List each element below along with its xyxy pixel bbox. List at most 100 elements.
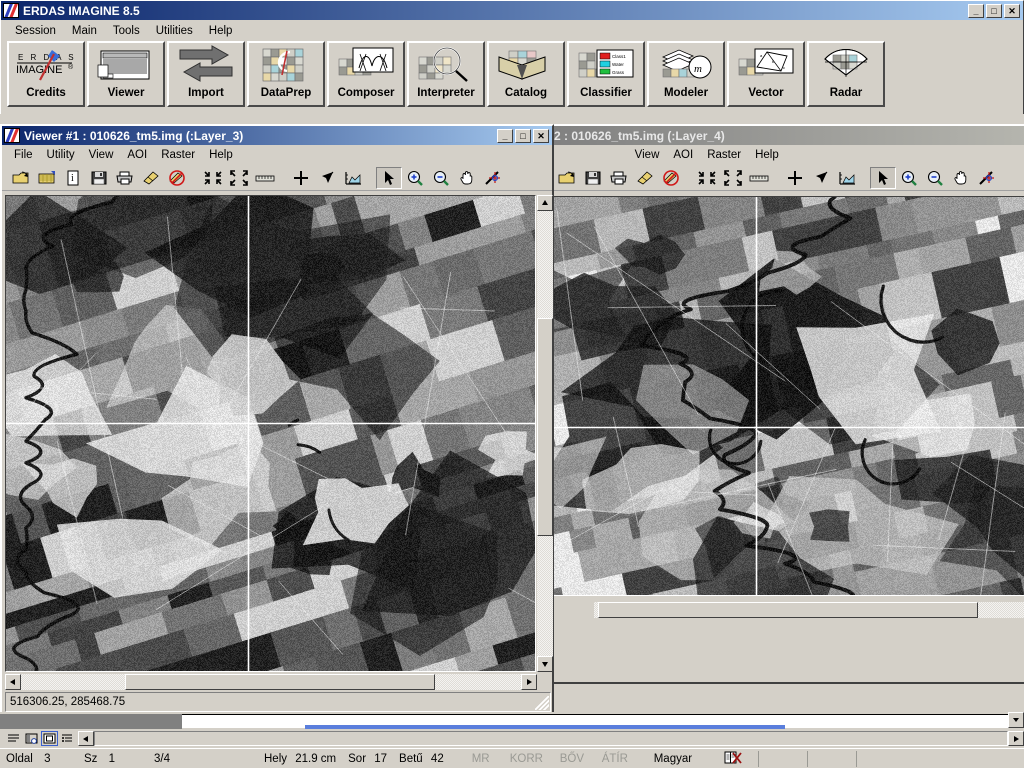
save-icon[interactable] [86, 167, 112, 189]
word-mode-atir[interactable]: ÁTÍR [596, 753, 648, 765]
viewer-1-minimize-button[interactable]: _ [497, 128, 513, 143]
normal-view-icon[interactable] [5, 731, 22, 746]
viewer2-menu-view[interactable]: View [628, 147, 667, 163]
viewer1-menu-aoi[interactable]: AOI [120, 147, 154, 163]
modeler-button[interactable]: m Modeler [647, 41, 725, 107]
zoom-in-extent-icon[interactable] [200, 167, 226, 189]
outline-view-icon[interactable] [59, 731, 76, 746]
pointer-select-icon[interactable] [870, 166, 896, 189]
pointer-select-icon[interactable] [376, 166, 402, 189]
menu-main[interactable]: Main [64, 23, 105, 39]
measure-ruler-icon[interactable] [746, 167, 772, 189]
import-button[interactable]: Import [167, 41, 245, 107]
image-info-icon[interactable]: i [60, 167, 86, 189]
zoom-out-icon[interactable] [428, 167, 454, 189]
interpreter-button[interactable]: Interpreter [407, 41, 485, 107]
link-cursor-icon[interactable] [974, 167, 1000, 189]
word-mode-bov[interactable]: BŐV [554, 753, 596, 765]
word-scroll-down-arrow[interactable] [1008, 712, 1024, 728]
zoom-in-icon[interactable] [896, 167, 922, 189]
close-button[interactable]: ✕ [1004, 3, 1020, 18]
viewer-2-image-canvas[interactable] [550, 196, 1024, 596]
clear-no-icon[interactable] [164, 167, 190, 189]
profile-chart-icon[interactable] [340, 167, 366, 189]
inquire-cursor-icon[interactable] [782, 167, 808, 189]
inquire-cursor-icon[interactable] [288, 167, 314, 189]
zoom-in-extent-icon[interactable] [694, 167, 720, 189]
viewer1-menu-file[interactable]: File [7, 147, 40, 163]
viewer1-menu-utility[interactable]: Utility [40, 147, 82, 163]
word-scroll-right-arrow[interactable] [1008, 731, 1024, 746]
erase-icon[interactable] [138, 167, 164, 189]
viewer1-menu-view[interactable]: View [82, 147, 121, 163]
viewer-1-close-button[interactable]: ✕ [533, 128, 549, 143]
viewer-1-scroll-right-arrow[interactable] [521, 674, 537, 690]
viewer-1-scroll-left-arrow[interactable] [5, 674, 21, 690]
print-icon[interactable] [606, 167, 632, 189]
viewer1-menu-help[interactable]: Help [202, 147, 240, 163]
resize-grip[interactable] [535, 696, 549, 710]
spellcheck-error-icon[interactable] [718, 750, 758, 768]
viewer-2-hscrollbar[interactable] [594, 602, 1024, 618]
dataprep-button[interactable]: DataPrep [247, 41, 325, 107]
menu-help[interactable]: Help [201, 23, 241, 39]
save-icon[interactable] [580, 167, 606, 189]
viewer2-menu-aoi[interactable]: AOI [666, 147, 700, 163]
viewer-1-coordinates: 516306.25, 285468.75 [10, 696, 126, 708]
minimize-button[interactable]: _ [968, 3, 984, 18]
open-file-icon[interactable] [8, 167, 34, 189]
word-language-indicator[interactable]: Magyar [648, 753, 718, 765]
viewer-1-scroll-up-arrow[interactable] [537, 195, 553, 211]
modeler-button-label: Modeler [663, 87, 709, 99]
erdas-main-window: ERDAS IMAGINE 8.5 _ □ ✕ Session Main Too… [0, 0, 1024, 114]
pan-hand-icon[interactable] [948, 167, 974, 189]
clear-no-icon[interactable] [658, 167, 684, 189]
viewer-1-maximize-button[interactable]: □ [515, 128, 531, 143]
zoom-in-icon[interactable] [402, 167, 428, 189]
viewer-2-window[interactable]: 2 : 010626_tm5.img (:Layer_4) FileUtilit… [546, 124, 1024, 684]
viewer-1-vscroll-thumb[interactable] [537, 318, 553, 536]
select-arrow-tool-icon[interactable] [314, 167, 340, 189]
viewer-1-image-canvas[interactable] [5, 195, 536, 672]
viewer-1-hscroll-thumb[interactable] [125, 674, 435, 690]
measure-ruler-icon[interactable] [252, 167, 278, 189]
zoom-out-icon[interactable] [922, 167, 948, 189]
print-icon[interactable] [112, 167, 138, 189]
open-layer-icon[interactable] [34, 167, 60, 189]
viewer-1-hscrollbar[interactable] [5, 674, 537, 690]
classifier-button[interactable]: Class1 Water Grass Classifier [567, 41, 645, 107]
viewer-2-hscroll-thumb[interactable] [598, 602, 978, 618]
viewer2-menu-raster[interactable]: Raster [700, 147, 748, 163]
fit-to-window-icon[interactable] [720, 167, 746, 189]
vector-button[interactable]: a b c Vector [727, 41, 805, 107]
word-mode-korr[interactable]: KORR [504, 753, 554, 765]
link-cursor-icon[interactable] [480, 167, 506, 189]
word-mode-mr[interactable]: MR [466, 753, 504, 765]
radar-button[interactable]: Radar [807, 41, 885, 107]
composer-button[interactable]: Composer [327, 41, 405, 107]
maximize-button[interactable]: □ [986, 3, 1002, 18]
erase-icon[interactable] [632, 167, 658, 189]
menu-utilities[interactable]: Utilities [148, 23, 201, 39]
credits-button[interactable]: E R D A S IMAGINE ® Credits [7, 41, 85, 107]
viewer2-menu-help[interactable]: Help [748, 147, 786, 163]
web-layout-view-icon[interactable] [23, 731, 40, 746]
vector-polygon-icon: a b c [729, 43, 803, 87]
menu-session[interactable]: Session [7, 23, 64, 39]
catalog-button[interactable]: Catalog [487, 41, 565, 107]
viewer-1-window[interactable]: Viewer #1 : 010626_tm5.img (:Layer_3) _ … [0, 124, 554, 714]
pan-hand-icon[interactable] [454, 167, 480, 189]
viewer-1-statusbar: 516306.25, 285468.75 [5, 692, 551, 712]
viewer-1-scroll-down-arrow[interactable] [537, 656, 553, 672]
viewer-1-vscrollbar[interactable] [537, 195, 553, 672]
word-scroll-left-arrow[interactable] [78, 731, 94, 746]
menu-tools[interactable]: Tools [105, 23, 148, 39]
viewer1-menu-raster[interactable]: Raster [154, 147, 202, 163]
profile-chart-icon[interactable] [834, 167, 860, 189]
viewer-button[interactable]: Viewer [87, 41, 165, 107]
word-hscroll-track[interactable] [94, 731, 1008, 746]
fit-to-window-icon[interactable] [226, 167, 252, 189]
print-layout-view-icon[interactable] [41, 731, 58, 746]
select-arrow-tool-icon[interactable] [808, 167, 834, 189]
open-file-icon[interactable] [554, 167, 580, 189]
